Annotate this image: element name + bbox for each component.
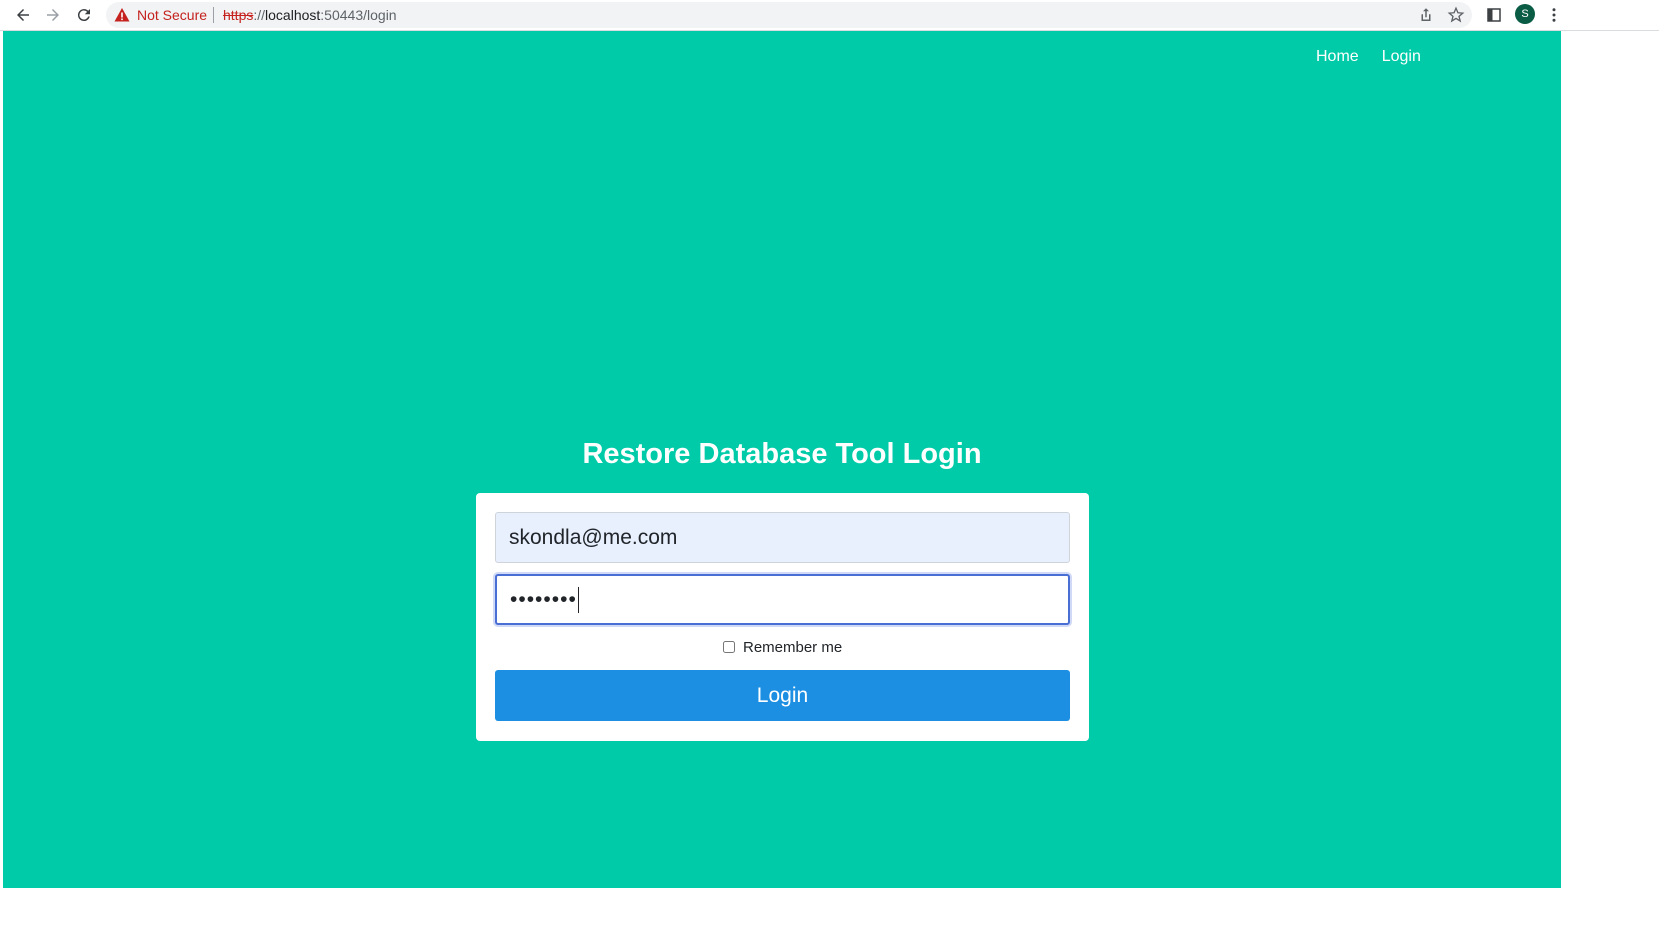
star-icon[interactable] — [1447, 6, 1465, 24]
remember-me: Remember me — [476, 639, 1089, 657]
warning-icon[interactable] — [114, 7, 130, 23]
url-text[interactable]: https://localhost:50443/login — [223, 7, 397, 23]
window-margin-right — [1561, 31, 1659, 940]
email-field[interactable]: skondla@me.com — [495, 512, 1070, 563]
window-margin-bottom — [0, 888, 1659, 940]
password-field[interactable]: •••••••• — [495, 574, 1070, 625]
back-arrow-icon[interactable] — [12, 4, 34, 26]
email-value: skondla@me.com — [509, 525, 678, 549]
text-caret — [577, 586, 580, 613]
side-panel-icon[interactable] — [1483, 4, 1505, 26]
security-status[interactable]: Not Secure — [137, 7, 207, 23]
address-bar[interactable]: Not Secure https://localhost:50443/login — [106, 2, 1472, 28]
url-separator: :// — [253, 7, 266, 23]
url-path: :50443/login — [320, 7, 397, 23]
nav-link-login[interactable]: Login — [1382, 47, 1421, 67]
url-scheme: https — [223, 7, 254, 23]
login-card: skondla@me.com •••••••• Remember me Logi… — [476, 493, 1089, 741]
remember-me-checkbox[interactable] — [722, 641, 735, 653]
nav-link-home[interactable]: Home — [1316, 47, 1359, 67]
login-button[interactable]: Login — [495, 670, 1070, 721]
profile-avatar[interactable]: S — [1515, 4, 1535, 24]
page-title: Restore Database Tool Login — [582, 438, 982, 470]
forward-arrow-icon[interactable] — [42, 4, 64, 26]
omnibox-divider — [213, 7, 214, 23]
reload-icon[interactable] — [73, 4, 95, 26]
top-nav: Home Login — [1316, 47, 1421, 67]
password-value: •••••••• — [510, 587, 577, 611]
remember-me-label[interactable]: Remember me — [743, 639, 842, 656]
browser-toolbar: Not Secure https://localhost:50443/login… — [0, 0, 1659, 31]
more-vert-icon[interactable] — [1543, 4, 1565, 26]
share-icon[interactable] — [1417, 6, 1435, 24]
page-background: Home Login Restore Database Tool Login s… — [3, 31, 1561, 888]
url-host: localhost — [265, 7, 321, 23]
